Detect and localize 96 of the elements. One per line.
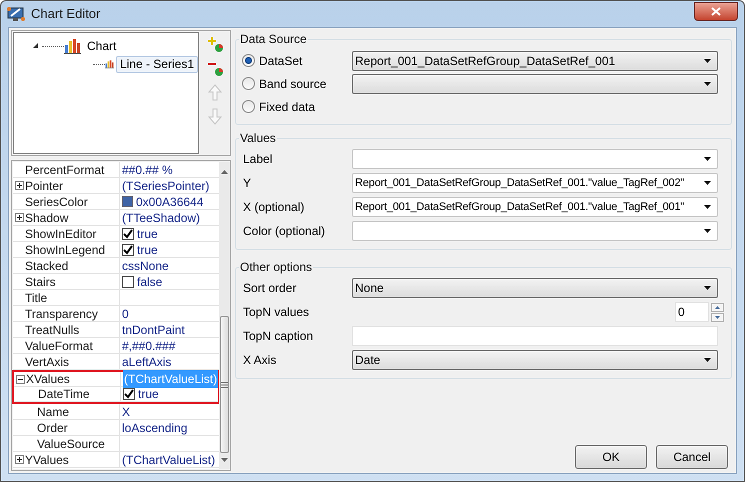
tree-item[interactable]: Chart xyxy=(83,38,120,54)
radio-option[interactable]: DataSet xyxy=(242,52,352,70)
property-name: Shadow xyxy=(25,210,68,226)
property-name: ShowInLegend xyxy=(25,242,106,258)
close-button[interactable] xyxy=(694,2,738,20)
value-dropdown[interactable]: Report_001_DataSetRefGroup_DataSetRef_001."value_TagRef_001" xyxy=(352,197,718,217)
property-name: YValues xyxy=(25,452,69,468)
value-dropdown[interactable]: Report_001_DataSetRefGroup_DataSetRef_001."value_TagRef_002" xyxy=(352,173,718,193)
property-name: DateTime xyxy=(38,386,90,403)
property-name: VertAxis xyxy=(25,354,70,370)
collapse-icon[interactable] xyxy=(32,42,39,50)
caret-icon xyxy=(704,82,711,86)
check-icon xyxy=(124,389,134,399)
dialog-button[interactable]: OK xyxy=(575,445,647,469)
down-arrow-icon xyxy=(206,108,224,124)
scrollbar[interactable] xyxy=(219,162,230,469)
expand-icon[interactable] xyxy=(15,455,24,464)
field-label: X (optional) xyxy=(242,199,306,216)
property-value[interactable]: (TSeriesPointer) xyxy=(122,176,210,194)
group-title: Other options xyxy=(239,259,314,276)
property-name: Title xyxy=(25,290,48,306)
property-value[interactable]: false xyxy=(137,272,162,290)
property-name: Pointer xyxy=(25,178,64,194)
caret-icon xyxy=(704,58,711,62)
checkbox[interactable] xyxy=(122,228,134,240)
group-title: Data Source xyxy=(239,31,308,48)
caret-icon xyxy=(704,286,711,290)
property-name: TreatNulls xyxy=(25,322,80,338)
close-icon xyxy=(711,6,721,16)
property-value[interactable]: #,##0.### xyxy=(122,336,176,354)
option-dropdown[interactable]: None xyxy=(352,278,718,298)
property-value[interactable]: (TChartValueList) xyxy=(122,450,216,468)
property-name: Order xyxy=(37,420,68,436)
source-dropdown[interactable]: Report_001_DataSetRefGroup_DataSetRef_001 xyxy=(352,50,718,70)
property-value[interactable]: true xyxy=(137,224,158,242)
field-label: Color (optional) xyxy=(242,223,326,240)
property-name: ValueFormat xyxy=(25,338,93,354)
property-name: Transparency xyxy=(25,306,98,322)
field-label: TopN caption xyxy=(242,328,314,345)
field-label: Label xyxy=(242,151,274,168)
scroll-up-icon[interactable] xyxy=(220,169,230,175)
up-caret-icon xyxy=(715,306,720,308)
field-label: X Axis xyxy=(242,352,278,369)
option-dropdown[interactable]: Date xyxy=(352,350,718,370)
property-name: Stairs xyxy=(25,274,56,290)
spin-down-button[interactable] xyxy=(711,312,724,322)
caret-icon xyxy=(704,229,711,233)
property-name: ValueSource xyxy=(37,436,105,452)
field-label: Y xyxy=(242,175,252,192)
caret-icon xyxy=(704,205,711,209)
scroll-down-icon[interactable] xyxy=(220,457,230,463)
add-series-icon xyxy=(206,36,224,52)
caret-icon xyxy=(704,157,711,161)
source-dropdown[interactable] xyxy=(352,74,718,94)
checkbox[interactable] xyxy=(123,388,135,400)
checkbox[interactable] xyxy=(122,244,134,256)
property-name: SeriesColor xyxy=(25,194,88,210)
expand-icon[interactable] xyxy=(15,181,24,190)
property-value[interactable]: aLeftAxis xyxy=(122,352,172,370)
property-value[interactable]: X xyxy=(122,402,130,420)
radio-option[interactable]: Band source xyxy=(242,74,352,92)
group-title: Values xyxy=(239,130,277,147)
down-caret-icon xyxy=(715,316,720,318)
property-value[interactable]: 0x00A36644 xyxy=(136,192,204,210)
bar-chart-icon xyxy=(64,38,81,54)
caret-icon xyxy=(704,181,711,185)
grip-icon xyxy=(221,382,228,388)
property-value[interactable]: loAscending xyxy=(122,418,188,436)
spin-up-button[interactable] xyxy=(711,302,724,312)
radio-option[interactable]: Fixed data xyxy=(242,98,352,116)
property-value[interactable]: tnDontPaint xyxy=(122,320,185,338)
property-value[interactable]: true xyxy=(138,385,159,403)
property-value[interactable]: cssNone xyxy=(122,256,169,274)
field-label: Sort order xyxy=(242,280,298,297)
dialog-button[interactable]: Cancel xyxy=(656,445,728,469)
collapse-icon[interactable] xyxy=(16,374,25,384)
field-label: TopN values xyxy=(242,304,310,321)
scroll-thumb[interactable] xyxy=(220,316,230,453)
property-name: XValues xyxy=(26,371,70,388)
number-field[interactable]: 0 xyxy=(675,302,709,322)
caret-icon xyxy=(704,358,711,362)
app-icon xyxy=(7,6,25,22)
window-title: Chart Editor xyxy=(31,5,100,24)
checkbox[interactable] xyxy=(122,276,134,288)
property-name: PercentFormat xyxy=(25,162,104,178)
tree-item[interactable]: Line - Series1 xyxy=(116,56,198,72)
property-name: Name xyxy=(37,404,70,420)
up-arrow-icon xyxy=(206,84,224,100)
property-name: ShowInEditor xyxy=(25,226,96,242)
text-field[interactable] xyxy=(352,326,718,346)
expand-icon[interactable] xyxy=(15,213,24,222)
property-value[interactable]: ##0.## % xyxy=(122,160,173,178)
property-value[interactable]: (TTeeShadow) xyxy=(122,208,200,226)
property-name: Stacked xyxy=(25,258,68,274)
property-value[interactable]: 0 xyxy=(122,304,129,322)
property-value[interactable]: true xyxy=(137,240,158,258)
